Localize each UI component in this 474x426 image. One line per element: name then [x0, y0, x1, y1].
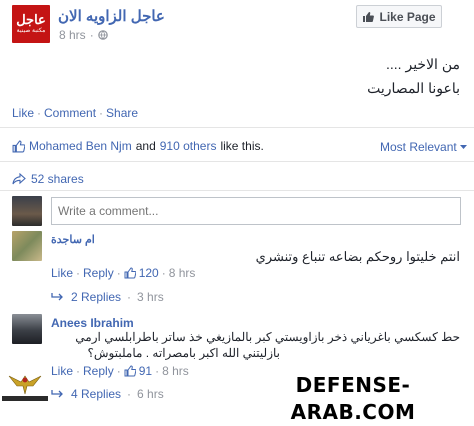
page-name[interactable]: عاجل الزاويه الان: [58, 7, 165, 25]
thumbs-up-icon: [363, 11, 375, 22]
commenter-avatar[interactable]: [12, 231, 42, 261]
post-timestamp[interactable]: 8 hrs ·: [59, 28, 108, 42]
likes-and: and: [135, 139, 156, 153]
sep-dot: ·: [161, 266, 166, 280]
share-arrow-icon: [12, 173, 26, 185]
sort-comments-dropdown[interactable]: Most Relevant: [380, 140, 467, 154]
post-actions: Like · Comment · Share: [12, 106, 138, 120]
sep-dot: ·: [99, 106, 104, 120]
post-text-line2: باعونا المصاريت: [367, 80, 460, 96]
reply-arrow-icon: [51, 390, 63, 398]
page-logo-subtext: مكتبة صينية: [16, 28, 46, 34]
comment-author[interactable]: ام ساجدة: [51, 233, 95, 246]
watermark-logo-band: [2, 396, 48, 401]
comment-input[interactable]: [51, 197, 461, 225]
comment-author[interactable]: Anees Ibrahim: [51, 316, 134, 330]
thumbs-up-icon: [124, 267, 136, 279]
shares-count: 52 shares: [31, 172, 84, 186]
watermark-text: DEFENSE-ARAB.COM: [238, 372, 468, 424]
page-avatar[interactable]: عاجل مكتبة صينية: [12, 5, 50, 43]
caret-down-icon: [459, 144, 467, 149]
comment-reply-link[interactable]: Reply: [83, 364, 114, 378]
comment-likes-count[interactable]: 120: [139, 266, 159, 280]
comment-time[interactable]: 8 hrs: [169, 266, 196, 280]
like-page-button[interactable]: Like Page: [356, 5, 442, 28]
comment-actions: Like · Reply · 120 · 8 hrs: [51, 266, 195, 280]
sep-dot: ·: [89, 28, 94, 42]
replies-count: 2 Replies: [71, 290, 122, 304]
sep-dot: ·: [116, 266, 121, 280]
divider: [0, 190, 474, 191]
comment-time[interactable]: 8 hrs: [162, 364, 189, 378]
replies-time: 6 hrs: [137, 387, 164, 401]
commenter-avatar[interactable]: [12, 314, 42, 344]
sep-dot: ·: [127, 290, 132, 304]
liker-name-link[interactable]: Mohamed Ben Njm: [29, 139, 132, 153]
post-share-link[interactable]: Share: [106, 106, 138, 120]
comment-text-line1: حط كسكسي باغرياني ذخر بازاويستي كبر بالم…: [75, 330, 460, 344]
sep-dot: ·: [76, 364, 81, 378]
comment-likes-count[interactable]: 91: [139, 364, 152, 378]
comment-like-link[interactable]: Like: [51, 364, 73, 378]
sep-dot: ·: [116, 364, 121, 378]
globe-icon: [97, 30, 108, 40]
view-replies-link[interactable]: 2 Replies · 3 hrs: [51, 290, 164, 304]
replies-count: 4 Replies: [71, 387, 122, 401]
comment-reply-link[interactable]: Reply: [83, 266, 114, 280]
sep-dot: ·: [127, 387, 132, 401]
thumbs-up-icon: [12, 140, 25, 152]
sep-dot: ·: [155, 364, 160, 378]
comment-like-link[interactable]: Like: [51, 266, 73, 280]
replies-time: 3 hrs: [137, 290, 164, 304]
reply-arrow-icon: [51, 293, 63, 301]
divider: [0, 127, 474, 128]
like-page-label: Like Page: [379, 9, 436, 24]
sep-dot: ·: [76, 266, 81, 280]
divider: [0, 161, 474, 162]
comment-text-line2: بازليتني الله اكبر بامصراته . ماملبتوش؟: [87, 346, 280, 360]
shares-link[interactable]: 52 shares: [12, 172, 84, 186]
sep-dot: ·: [37, 106, 42, 120]
likes-others-link[interactable]: 910 others: [160, 139, 217, 153]
likes-summary: Mohamed Ben Njm and 910 others like this…: [12, 139, 264, 153]
comment-actions: Like · Reply · 91 · 8 hrs: [51, 364, 189, 378]
post-comment-link[interactable]: Comment: [44, 106, 96, 120]
page-logo-text: عاجل: [16, 12, 46, 27]
post-text-line1: من الاخير ....: [386, 56, 460, 72]
sort-label: Most Relevant: [380, 140, 457, 154]
view-replies-link[interactable]: 4 Replies · 6 hrs: [51, 387, 164, 401]
thumbs-up-icon: [124, 365, 136, 377]
likes-suffix: like this.: [220, 139, 264, 153]
comment-text: انتم خليتوا روحكم بضاعه تنباع وتنشري: [255, 249, 460, 264]
watermark-logo: [2, 366, 48, 401]
eagle-emblem-icon: [8, 375, 42, 395]
post-like-link[interactable]: Like: [12, 106, 34, 120]
post-time: 8 hrs: [59, 28, 86, 42]
user-avatar: [12, 196, 42, 226]
